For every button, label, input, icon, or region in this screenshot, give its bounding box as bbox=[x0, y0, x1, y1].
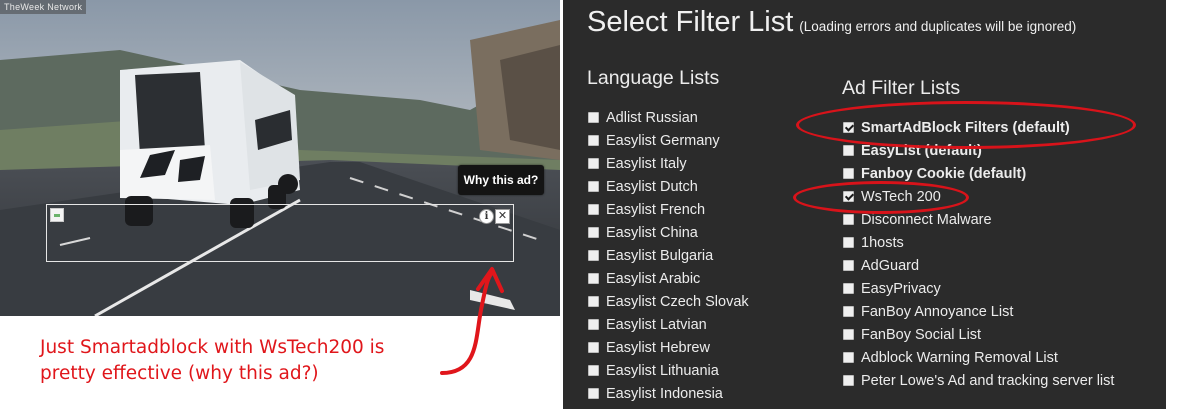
ad-filter-lists-heading: Ad Filter Lists bbox=[842, 77, 961, 99]
filter-list-item[interactable]: Peter Lowe's Ad and tracking server list bbox=[842, 369, 1114, 392]
title-subtitle: (Loading errors and duplicates will be i… bbox=[799, 19, 1077, 34]
checkbox[interactable] bbox=[588, 158, 599, 169]
checkbox[interactable] bbox=[843, 306, 854, 317]
filter-list-label: Easylist French bbox=[606, 201, 706, 218]
checkbox[interactable] bbox=[588, 204, 599, 215]
filter-list-item[interactable]: Easylist Arabic bbox=[587, 267, 749, 290]
annotation-line-2: pretty effective (why this ad?) bbox=[40, 363, 319, 384]
filter-list-item[interactable]: Easylist Latvian bbox=[587, 313, 749, 336]
filter-list-label: Peter Lowe's Ad and tracking server list bbox=[861, 372, 1115, 389]
checkbox[interactable] bbox=[843, 168, 854, 179]
filter-list-label: EasyPrivacy bbox=[861, 280, 941, 297]
filter-list-label: Easylist Czech Slovak bbox=[606, 293, 749, 310]
filter-list-label: Easylist Germany bbox=[606, 132, 720, 149]
checkbox[interactable] bbox=[843, 375, 854, 386]
ad-slot[interactable]: i ✕ bbox=[46, 204, 514, 262]
title-text: Select Filter List bbox=[587, 6, 794, 38]
network-logo: TheWeek Network bbox=[0, 0, 87, 14]
filter-list-item[interactable]: FanBoy Social List bbox=[842, 323, 1114, 346]
filter-list-item[interactable]: Disconnect Malware bbox=[842, 208, 1114, 231]
filter-list-item[interactable]: AdGuard bbox=[842, 254, 1114, 277]
checkbox[interactable] bbox=[588, 227, 599, 238]
filter-list-item[interactable]: Easylist Dutch bbox=[587, 175, 749, 198]
filter-list-item[interactable]: Fanboy Cookie (default) bbox=[842, 162, 1114, 185]
filter-list-label: Easylist Lithuania bbox=[606, 362, 719, 379]
filter-list-label: Easylist China bbox=[606, 224, 698, 241]
checkbox[interactable] bbox=[588, 296, 599, 307]
checkbox[interactable] bbox=[588, 388, 599, 399]
filter-list-item[interactable]: WsTech 200 bbox=[842, 185, 1114, 208]
filter-list-label: Easylist Dutch bbox=[606, 178, 698, 195]
annotation-text: Just Smartadblock with WsTech200 is pret… bbox=[40, 335, 440, 387]
language-lists: Adlist Russian Easylist Germany Easylist I… bbox=[587, 106, 749, 405]
checkbox-checked[interactable] bbox=[843, 191, 854, 202]
filter-list-item[interactable]: EasyPrivacy bbox=[842, 277, 1114, 300]
video-player[interactable]: TheWeek Network Why this ad? i ✕ bbox=[0, 0, 560, 316]
filter-list-label: Easylist Indonesia bbox=[606, 385, 723, 402]
close-icon[interactable]: ✕ bbox=[495, 209, 510, 224]
filter-list-label: Disconnect Malware bbox=[861, 211, 992, 228]
ad-filter-lists-section: Ad Filter Lists SmartAdBlock Filters (de… bbox=[842, 77, 1114, 392]
filter-list-label: SmartAdBlock Filters (default) bbox=[861, 119, 1070, 136]
filter-list-item[interactable]: EasyList (default) bbox=[842, 139, 1114, 162]
checkbox[interactable] bbox=[588, 319, 599, 330]
language-lists-heading: Language Lists bbox=[587, 67, 720, 89]
video-frame bbox=[0, 0, 560, 316]
page-title: Select Filter List (Loading errors and du… bbox=[587, 6, 1076, 39]
filter-list-item[interactable]: 1hosts bbox=[842, 231, 1114, 254]
filter-list-label: WsTech 200 bbox=[861, 188, 941, 205]
filter-list-label: Adblock Warning Removal List bbox=[861, 349, 1058, 366]
filter-list-label: AdGuard bbox=[861, 257, 920, 274]
filter-list-item[interactable]: Easylist Lithuania bbox=[587, 359, 749, 382]
filter-list-item[interactable]: Easylist Italy bbox=[587, 152, 749, 175]
checkbox[interactable] bbox=[843, 214, 854, 225]
filter-list-item[interactable]: Adblock Warning Removal List bbox=[842, 346, 1114, 369]
filter-list-item[interactable]: Easylist Indonesia bbox=[587, 382, 749, 405]
checkbox[interactable] bbox=[588, 273, 599, 284]
checkbox[interactable] bbox=[843, 283, 854, 294]
filter-list-label: Adlist Russian bbox=[606, 109, 698, 126]
checkbox-checked[interactable] bbox=[843, 122, 854, 133]
checkbox[interactable] bbox=[588, 181, 599, 192]
filter-list-item[interactable]: Easylist Germany bbox=[587, 129, 749, 152]
filter-list-label: Easylist Italy bbox=[606, 155, 687, 172]
filter-list-item[interactable]: Adlist Russian bbox=[587, 106, 749, 129]
filter-list-item[interactable]: SmartAdBlock Filters (default) bbox=[842, 116, 1114, 139]
language-lists-section: Language Lists Adlist Russian Easylist Ge… bbox=[587, 67, 749, 405]
checkbox[interactable] bbox=[588, 342, 599, 353]
filter-list-label: Easylist Latvian bbox=[606, 316, 707, 333]
filter-list-panel: Select Filter List (Loading errors and du… bbox=[563, 0, 1166, 409]
filter-list-item[interactable]: Easylist China bbox=[587, 221, 749, 244]
info-icon[interactable]: i bbox=[479, 209, 494, 224]
checkbox[interactable] bbox=[843, 260, 854, 271]
filter-list-item[interactable]: Easylist French bbox=[587, 198, 749, 221]
filter-list-label: EasyList (default) bbox=[861, 142, 982, 159]
filter-list-item[interactable]: Easylist Hebrew bbox=[587, 336, 749, 359]
checkbox[interactable] bbox=[843, 329, 854, 340]
filter-list-item[interactable]: FanBoy Annoyance List bbox=[842, 300, 1114, 323]
filter-list-item[interactable]: Easylist Bulgaria bbox=[587, 244, 749, 267]
ad-filter-lists: SmartAdBlock Filters (default) EasyList (… bbox=[842, 116, 1114, 392]
filter-list-label: Easylist Arabic bbox=[606, 270, 701, 287]
checkbox[interactable] bbox=[588, 112, 599, 123]
filter-list-label: Easylist Bulgaria bbox=[606, 247, 714, 264]
broken-image-icon bbox=[50, 208, 64, 222]
checkbox[interactable] bbox=[588, 365, 599, 376]
filter-list-label: 1hosts bbox=[861, 234, 904, 251]
filter-list-item[interactable]: Easylist Czech Slovak bbox=[587, 290, 749, 313]
filter-list-label: FanBoy Social List bbox=[861, 326, 982, 343]
checkbox[interactable] bbox=[843, 237, 854, 248]
why-this-ad-button[interactable]: Why this ad? bbox=[458, 165, 544, 195]
filter-list-label: FanBoy Annoyance List bbox=[861, 303, 1014, 320]
checkbox[interactable] bbox=[843, 145, 854, 156]
checkbox[interactable] bbox=[588, 135, 599, 146]
annotation-line-1: Just Smartadblock with WsTech200 is bbox=[40, 337, 385, 358]
checkbox[interactable] bbox=[588, 250, 599, 261]
filter-list-label: Easylist Hebrew bbox=[606, 339, 710, 356]
checkbox[interactable] bbox=[843, 352, 854, 363]
filter-list-label: Fanboy Cookie (default) bbox=[861, 165, 1027, 182]
